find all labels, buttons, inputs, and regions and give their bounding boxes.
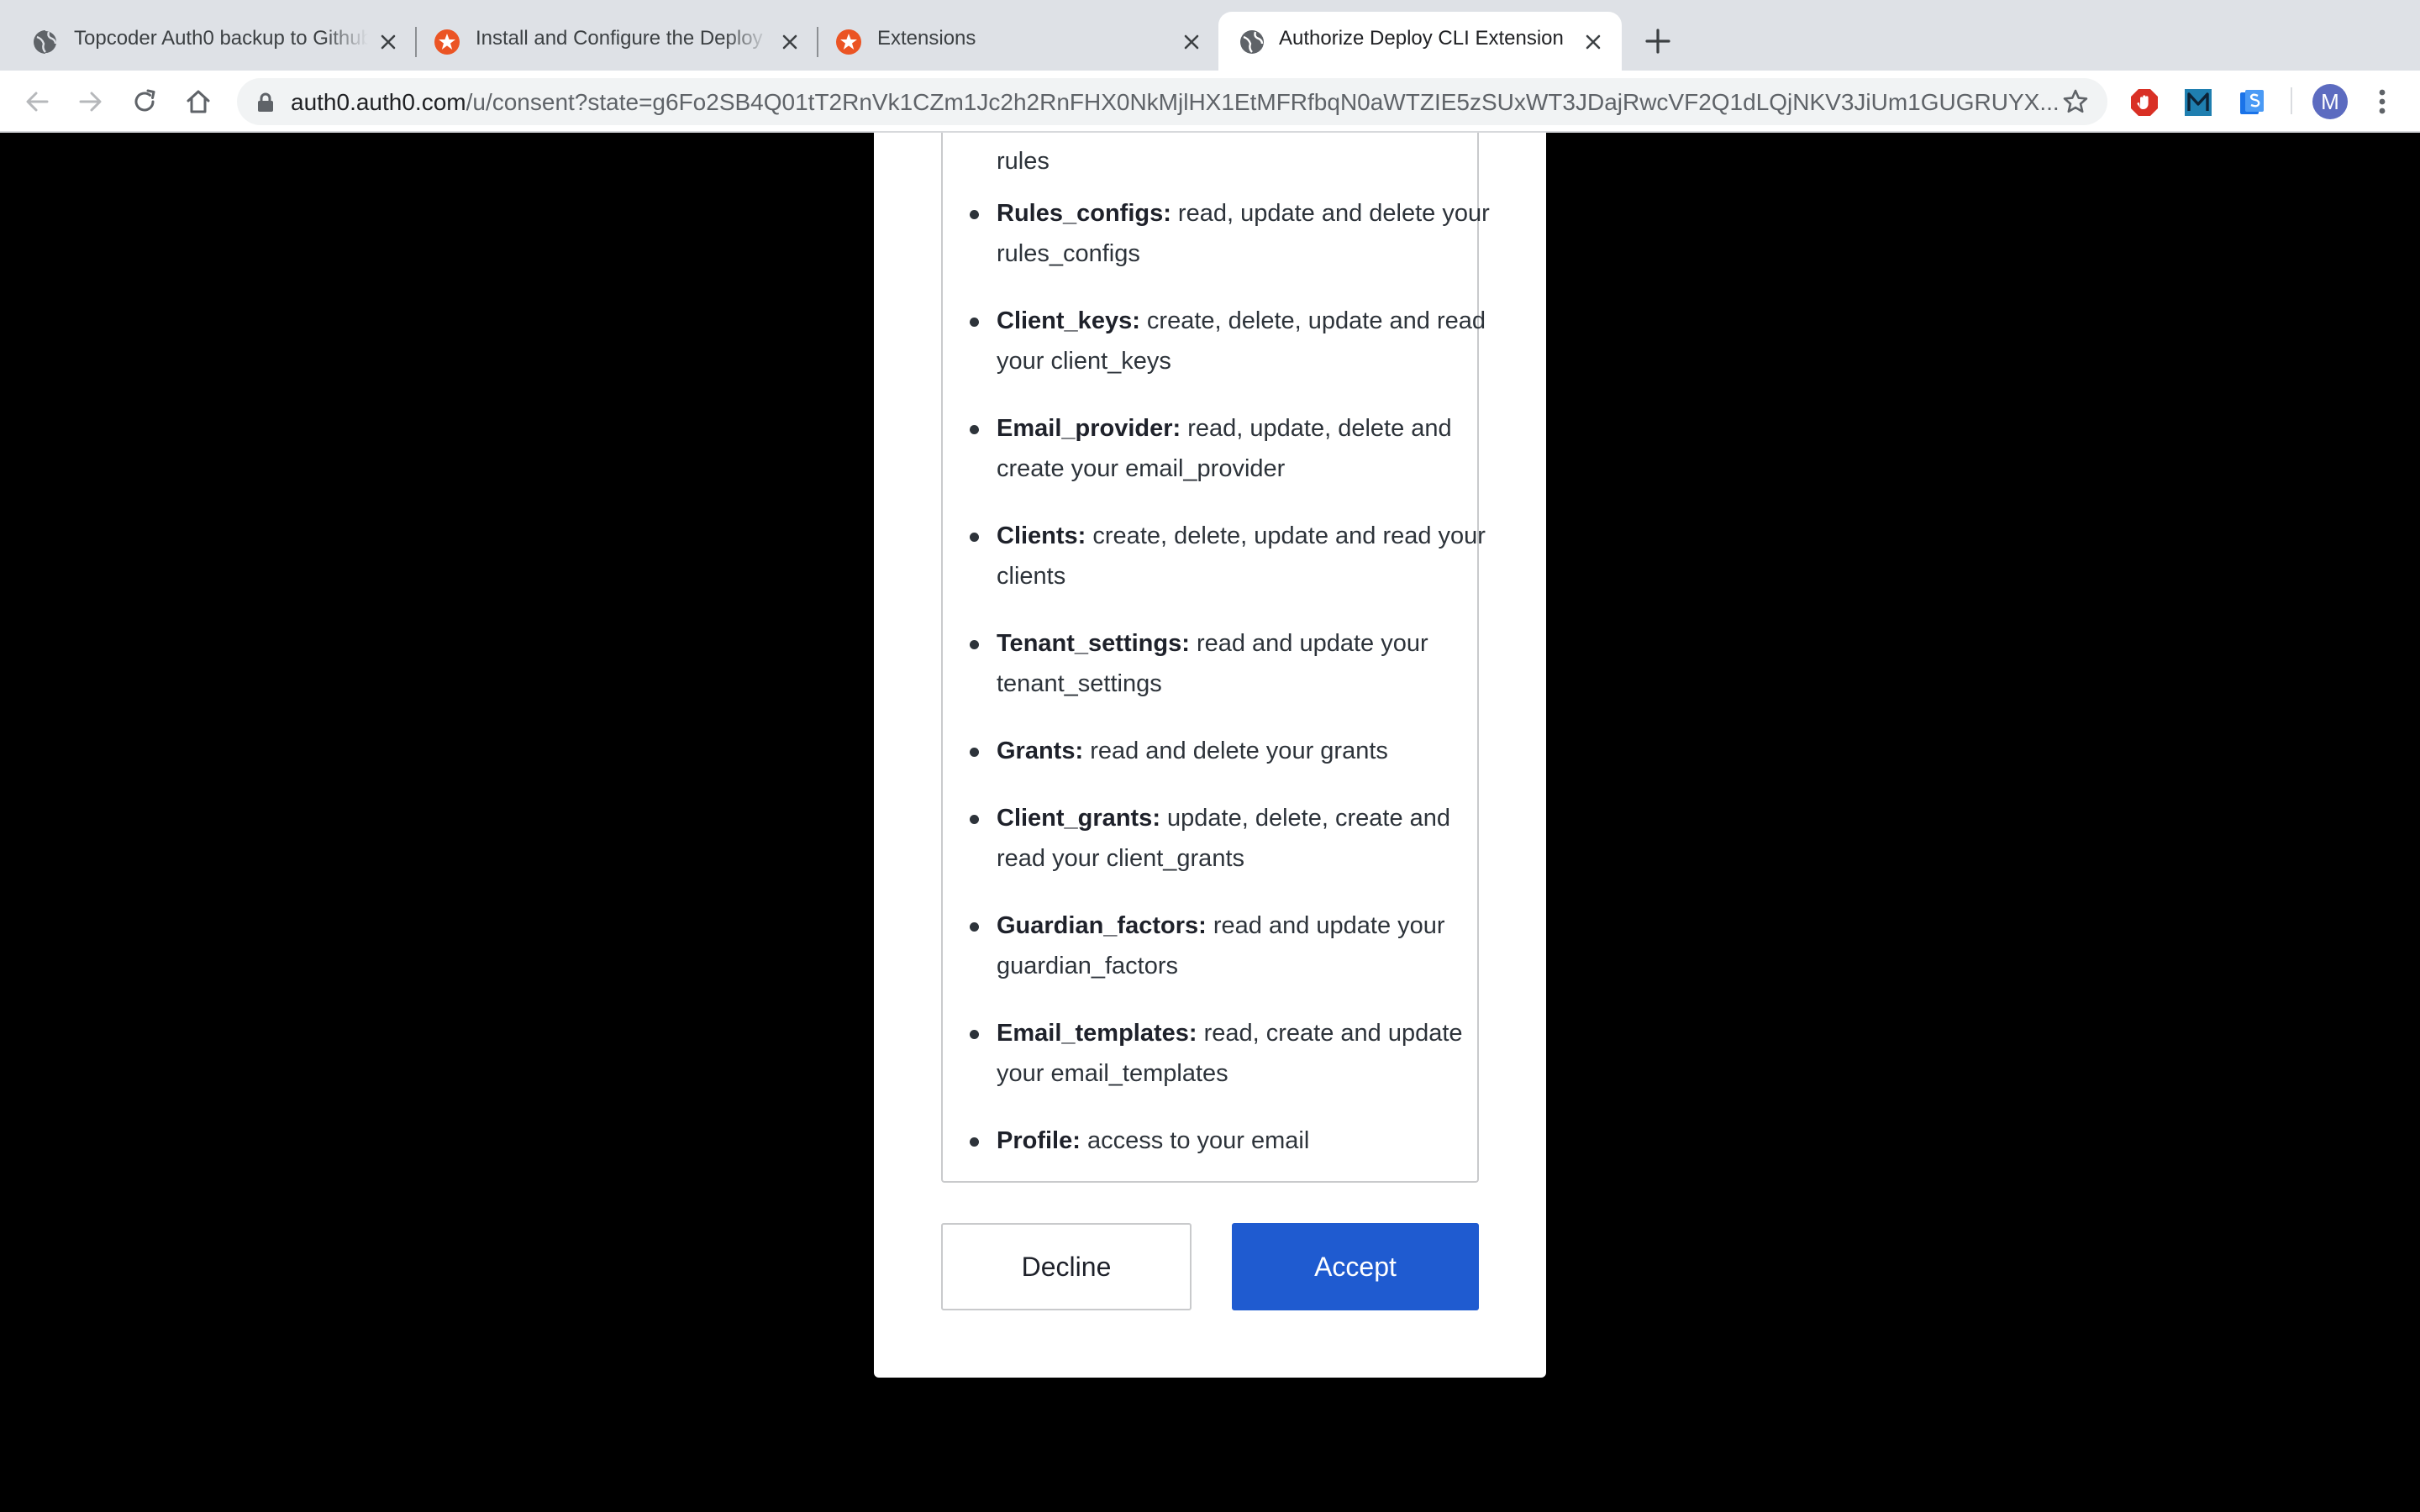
m-extension-icon[interactable]: [2183, 87, 2213, 118]
tab-title: Topcoder Auth0 backup to Github: [74, 27, 368, 50]
close-icon[interactable]: [778, 30, 802, 54]
scope-item-client-keys: Client_keys: create, delete, update and …: [970, 301, 1492, 381]
close-icon[interactable]: [1180, 30, 1203, 54]
address-bar[interactable]: auth0.auth0.com/u/consent?state=g6Fo2SB4…: [237, 78, 2107, 125]
toolbar-separator: [2291, 87, 2292, 114]
lock-icon[interactable]: [257, 92, 274, 113]
scope-desc: read and delete your grants: [1083, 738, 1388, 764]
reload-icon[interactable]: [129, 87, 160, 117]
scope-truncated-text: rules: [997, 148, 1050, 175]
scope-name: Client_grants:: [997, 805, 1160, 832]
globe-icon: [34, 29, 58, 55]
decline-button[interactable]: Decline: [941, 1223, 1192, 1310]
forward-arrow-icon[interactable]: [76, 87, 106, 117]
scope-desc: access to your email: [1080, 1127, 1310, 1154]
scope-name: Email_templates:: [997, 1020, 1197, 1047]
scope-name: Profile:: [997, 1127, 1081, 1154]
url-path: /u/consent?state=g6Fo2SB4Q01tT2RnVk1CZm1…: [466, 89, 2060, 115]
scope-item-email-provider: Email_provider: read, update, delete and…: [970, 408, 1492, 489]
scope-item-guardian-factors: Guardian_factors: read and update your g…: [970, 906, 1492, 986]
scope-list: Rules_configs: read, update and delete y…: [970, 193, 1492, 1188]
scope-name: Rules_configs:: [997, 200, 1171, 227]
bookmark-star-icon[interactable]: [2062, 88, 2089, 115]
new-tab-plus-icon[interactable]: [1644, 27, 1672, 55]
tab-extensions[interactable]: Extensions: [803, 12, 1215, 71]
scope-item-rules-configs: Rules_configs: read, update and delete y…: [970, 193, 1492, 274]
consent-card: rules Rules_configs: read, update and de…: [874, 133, 1546, 1378]
globe-icon: [1240, 30, 1264, 54]
adblock-extension-icon[interactable]: [2129, 87, 2160, 118]
tab-topcoder-backup[interactable]: Topcoder Auth0 backup to Github: [0, 12, 412, 71]
close-icon[interactable]: [1581, 30, 1605, 54]
s-extension-icon[interactable]: [2237, 87, 2267, 118]
auth0-shield-icon: [836, 29, 861, 55]
tab-install-deploy-cli[interactable]: Install and Configure the Deploy CLI: [402, 12, 813, 71]
tab-title: Install and Configure the Deploy CLI: [476, 27, 770, 50]
url-text: auth0.auth0.com/u/consent?state=g6Fo2SB4…: [291, 89, 2060, 116]
scope-name: Guardian_factors:: [997, 912, 1207, 939]
browser-toolbar: auth0.auth0.com/u/consent?state=g6Fo2SB4…: [0, 71, 2420, 133]
url-host: auth0.auth0.com: [291, 89, 466, 115]
auth0-shield-icon: [434, 29, 460, 55]
tab-strip: Topcoder Auth0 backup to Github Install …: [0, 0, 2420, 71]
scope-item-client-grants: Client_grants: update, delete, create an…: [970, 798, 1492, 879]
scope-name: Clients:: [997, 522, 1086, 549]
scope-item-email-templates: Email_templates: read, create and update…: [970, 1013, 1492, 1094]
tab-authorize-deploy-cli[interactable]: Authorize Deploy CLI Extension: [1218, 12, 1622, 71]
home-icon[interactable]: [183, 87, 213, 117]
back-arrow-icon[interactable]: [22, 87, 52, 117]
tab-title: Extensions: [877, 27, 976, 50]
scope-item-grants: Grants: read and delete your grants: [970, 731, 1492, 771]
scope-name: Email_provider:: [997, 415, 1181, 442]
scope-item-profile: Profile: access to your email: [970, 1121, 1492, 1161]
close-icon[interactable]: [376, 30, 400, 54]
scope-name: Tenant_settings:: [997, 630, 1190, 657]
scope-item-tenant-settings: Tenant_settings: read and update your te…: [970, 623, 1492, 704]
menu-dots-icon[interactable]: [2371, 86, 2393, 118]
scope-name: Client_keys:: [997, 307, 1140, 334]
tab-title: Authorize Deploy CLI Extension: [1279, 27, 1564, 50]
scope-item-clients: Clients: create, delete, update and read…: [970, 516, 1492, 596]
scope-name: Grants:: [997, 738, 1084, 764]
accept-button[interactable]: Accept: [1232, 1223, 1479, 1310]
profile-avatar[interactable]: M: [2312, 84, 2348, 119]
